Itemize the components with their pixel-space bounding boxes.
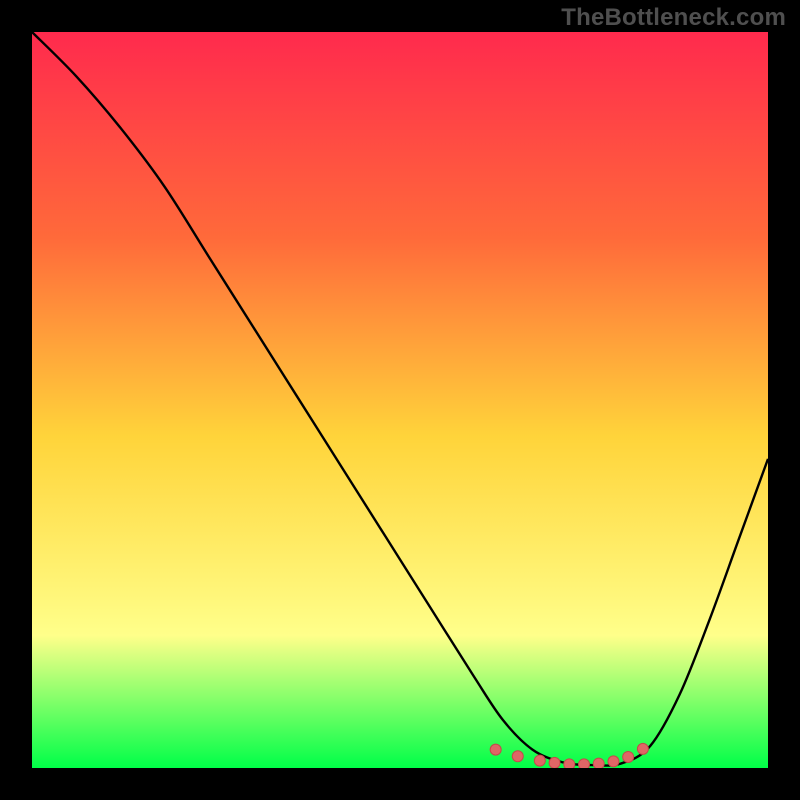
- sweet-spot-marker: [490, 744, 501, 755]
- watermark-text: TheBottleneck.com: [561, 4, 786, 32]
- sweet-spot-marker: [623, 751, 634, 762]
- sweet-spot-marker: [534, 755, 545, 766]
- sweet-spot-marker: [608, 756, 619, 767]
- sweet-spot-marker: [564, 759, 575, 768]
- sweet-spot-marker: [593, 758, 604, 768]
- chart-svg: [32, 32, 768, 768]
- sweet-spot-marker: [512, 751, 523, 762]
- chart-frame: TheBottleneck.com: [0, 0, 800, 800]
- sweet-spot-marker: [579, 759, 590, 768]
- sweet-spot-marker: [637, 743, 648, 754]
- gradient-background: [32, 32, 768, 768]
- plot-area: [32, 32, 768, 768]
- sweet-spot-marker: [549, 757, 560, 768]
